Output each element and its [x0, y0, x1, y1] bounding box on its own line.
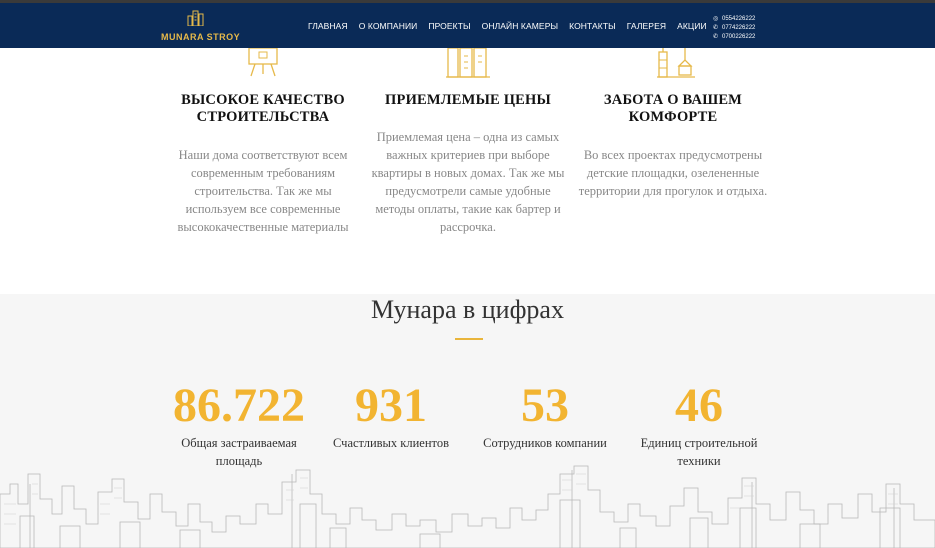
phone-number: 0700226222	[722, 33, 756, 40]
phone-list: ◎ 0554226222 ✆ 0774226222 ✆ 0700226222	[713, 14, 773, 41]
stat-label: Счастливых клиентов	[333, 436, 449, 450]
phone-icon: ✆	[713, 34, 719, 40]
feature-title: ВЫСОКОЕ КАЧЕСТВО СТРОИТЕЛЬСТВА	[181, 92, 345, 125]
site-header: MUNARA STROY ГЛАВНАЯ О КОМПАНИИ ПРОЕКТЫ …	[0, 3, 935, 48]
nav-item-about[interactable]: О КОМПАНИИ	[359, 21, 418, 35]
feature-prices: ПРИЕМЛЕМЫЕ ЦЕНЫ Приемлемая цена – одна и…	[368, 92, 568, 236]
buildings-icon	[446, 48, 490, 78]
main-nav: ГЛАВНАЯ О КОМПАНИИ ПРОЕКТЫ ОНЛАЙН КАМЕРЫ…	[308, 21, 718, 35]
feature-comfort: ЗАБОТА О ВАШЕМ КОМФОРТЕ Во всех проектах…	[576, 92, 770, 200]
stat-value: 46	[675, 379, 723, 432]
phone-number: 0554226222	[722, 15, 756, 22]
logo-buildings-icon	[187, 10, 204, 26]
phone-number: 0774226222	[722, 24, 756, 31]
feature-text: Приемлемая цена – одна из самых важных к…	[371, 130, 565, 234]
stat-clients: 931 Счастливых клиентов	[320, 380, 462, 452]
whatsapp-icon: ◎	[713, 16, 719, 22]
stat-value: 86.722	[173, 379, 305, 432]
nav-item-contacts[interactable]: КОНТАКТЫ	[569, 21, 616, 35]
phone-item[interactable]: ◎ 0554226222	[713, 14, 773, 23]
crane-icon	[657, 48, 695, 78]
feature-title: ЗАБОТА О ВАШЕМ КОМФОРТЕ	[603, 92, 743, 125]
nav-item-promotions[interactable]: АКЦИИ	[677, 21, 707, 35]
feature-text: Во всех проектах предусмотрены детские п…	[578, 148, 768, 198]
stat-value: 931	[355, 379, 427, 432]
nav-item-home[interactable]: ГЛАВНАЯ	[308, 21, 348, 35]
feature-title: ПРИЕМЛЕМЫЕ ЦЕНЫ	[385, 92, 551, 108]
nav-item-projects[interactable]: ПРОЕКТЫ	[428, 21, 470, 35]
nav-item-gallery[interactable]: ГАЛЕРЕЯ	[627, 21, 666, 35]
stat-label: Сотрудников компании	[483, 436, 607, 450]
stat-employees: 53 Сотрудников компании	[474, 380, 616, 452]
nav-item-cameras[interactable]: ОНЛАЙН КАМЕРЫ	[482, 21, 558, 35]
phone-item[interactable]: ✆ 0700226222	[713, 32, 773, 41]
logo-text: MUNARA STROY	[161, 32, 241, 42]
stat-machinery: 46 Единиц строительной техники	[628, 380, 770, 470]
feature-text: Наши дома соответствуют всем современным…	[177, 148, 349, 234]
feature-quality: ВЫСОКОЕ КАЧЕСТВО СТРОИТЕЛЬСТВА Наши дома…	[168, 92, 358, 236]
stats-section: Мунара в цифрах 86.722 Общая застраиваем…	[0, 294, 935, 548]
phone-item[interactable]: ✆ 0774226222	[713, 23, 773, 32]
stat-value: 53	[521, 379, 569, 432]
phone-icon: ✆	[713, 25, 719, 31]
logo[interactable]: MUNARA STROY	[161, 10, 241, 44]
easel-icon	[248, 48, 278, 77]
stat-area: 86.722 Общая застраиваемая площадь	[160, 380, 318, 470]
stats-title: Мунара в цифрах	[371, 295, 564, 324]
title-underline	[455, 338, 483, 340]
city-skyline-illustration	[0, 465, 935, 548]
